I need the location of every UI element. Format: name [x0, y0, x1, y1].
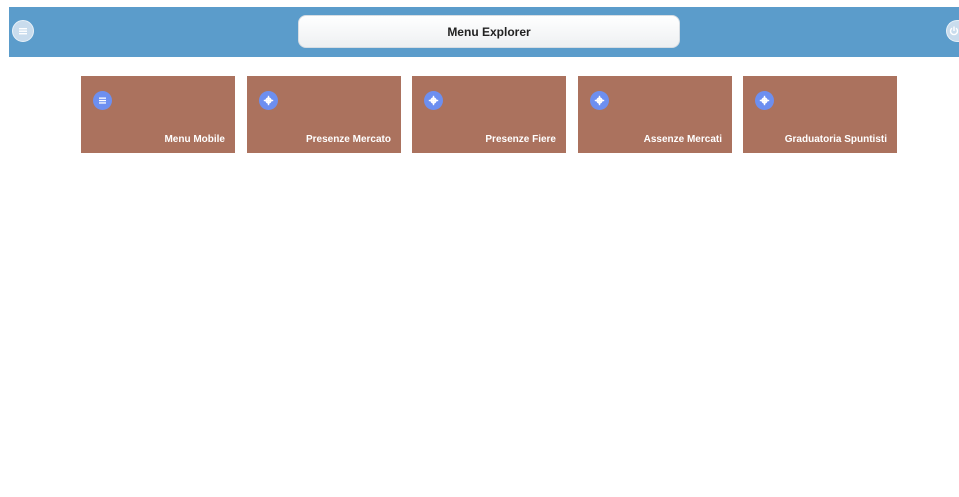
- gear-icon: [590, 91, 609, 110]
- gear-icon: [755, 91, 774, 110]
- power-icon: [949, 26, 958, 36]
- gear-icon: [424, 91, 443, 110]
- list-icon: [93, 91, 112, 110]
- gear-icon: [259, 91, 278, 110]
- tile-presenze-mercato[interactable]: Presenze Mercato: [247, 76, 401, 153]
- tile-assenze-mercati[interactable]: Assenze Mercati: [578, 76, 732, 153]
- header-bar: Menu Explorer: [9, 7, 959, 57]
- page-title: Menu Explorer: [298, 15, 680, 48]
- power-button[interactable]: [946, 20, 959, 42]
- tile-graduatoria-spuntisti[interactable]: Graduatoria Spuntisti: [743, 76, 897, 153]
- tile-label: Presenze Mercato: [305, 134, 391, 145]
- tile-label: Graduatoria Spuntisti: [784, 134, 887, 145]
- menu-list-icon: [19, 28, 27, 35]
- tile-label: Assenze Mercati: [643, 134, 722, 145]
- tile-menu-mobile[interactable]: Menu Mobile: [81, 76, 235, 153]
- menu-button[interactable]: [12, 20, 34, 42]
- left-border: [0, 0, 9, 497]
- tile-presenze-fiere[interactable]: Presenze Fiere: [412, 76, 566, 153]
- tile-label: Menu Mobile: [164, 134, 225, 145]
- tile-label: Presenze Fiere: [485, 134, 556, 145]
- app-window: Menu Explorer Menu Mobile Presenze Merca…: [0, 0, 959, 497]
